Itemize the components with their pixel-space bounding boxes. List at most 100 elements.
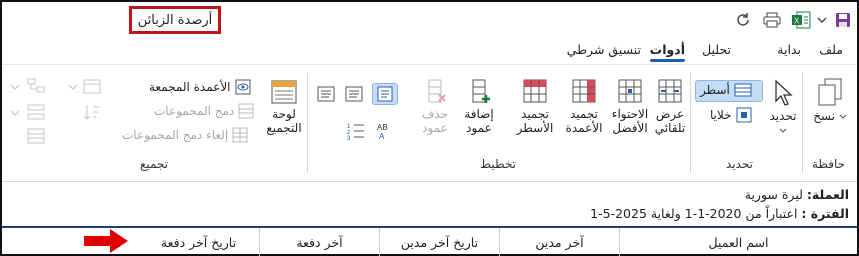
column-header-last-payment-date[interactable]: تاريخ آخر دفعة (138, 228, 260, 256)
rows-option[interactable]: أسطر (700, 83, 752, 97)
freeze-columns-label-1: تجميد (570, 107, 598, 121)
delete-column-label-1: حذف (421, 107, 449, 121)
tab-tools[interactable]: أدوات (649, 42, 686, 62)
cells-label: خلايا (710, 108, 732, 122)
unmerge-groups-option[interactable]: إلغاء دمج المجموعات (122, 127, 248, 143)
column-header-last-payment[interactable]: آخر دفعة (260, 228, 380, 256)
column-header-last-debit[interactable]: آخر مدين (500, 228, 620, 256)
delete-column-label-2: عمود (422, 121, 448, 135)
select-label: تحديد (769, 109, 797, 123)
hierarchy-icon[interactable] (26, 103, 46, 121)
period-value: اعتباراً من 2020-1-1 ولغاية 2025-5-1 (590, 206, 798, 221)
print-icon[interactable] (761, 10, 783, 30)
save-icon[interactable] (833, 10, 853, 30)
select-button[interactable]: تحديد (768, 79, 798, 137)
grouped-columns-label: الأعمدة المجمعة (149, 80, 231, 94)
align-center-icon[interactable] (344, 86, 364, 102)
document-title: أرصدة الزبائن (129, 6, 221, 34)
cells-option[interactable]: خلايا (710, 107, 752, 123)
tab-conditional-format[interactable]: تنسيق شرطي (567, 42, 641, 57)
tab-home[interactable]: بداية (777, 42, 801, 57)
chevron-down-icon[interactable] (10, 83, 20, 91)
best-fit-label-1: الاحتواء (611, 107, 649, 121)
title-bar: أرصدة الزبائن X (2, 2, 857, 38)
chevron-down-icon[interactable] (68, 83, 78, 91)
tree-icon[interactable] (26, 77, 46, 95)
column-header-last-debit-date[interactable]: تاريخ آخر مدين (380, 228, 500, 256)
auto-width-button[interactable]: عرض تلقائي (652, 77, 688, 135)
group-label-clipboard: حافظة (812, 157, 846, 171)
calendar-icon[interactable] (82, 77, 102, 95)
unmerge-groups-label: إلغاء دمج المجموعات (122, 128, 229, 142)
tab-analysis[interactable]: تحليل (702, 42, 731, 57)
refresh-icon[interactable] (733, 10, 753, 30)
ribbon: نسخ حافظة تحديد أسطر خلايا تحديد عرض تلق… (2, 64, 857, 182)
cells-icon (736, 107, 752, 123)
grouping-panel-label-1: لوحة (272, 107, 296, 121)
period-label: الفترة : (801, 206, 849, 221)
grouping-panel-button[interactable]: لوحة التجميع (264, 79, 304, 135)
chevron-down-icon[interactable] (10, 109, 20, 117)
copy-button[interactable]: نسخ (808, 77, 852, 123)
align-right-icon (377, 86, 393, 102)
align-left-icon[interactable] (316, 86, 336, 102)
grouping-panel-icon (271, 80, 297, 104)
add-column-icon (472, 79, 490, 103)
rows-icon (734, 83, 752, 97)
copy-label: نسخ (813, 109, 835, 123)
tab-file[interactable]: ملف (819, 42, 843, 57)
chevron-down-icon (779, 128, 787, 133)
rows-label: أسطر (700, 83, 730, 97)
svg-text:A: A (379, 132, 385, 141)
auto-width-label-2: تلقائي (654, 121, 686, 135)
freeze-rows-label-2: الأسطر (516, 121, 554, 135)
currency-line: العملة: ليرة سورية (745, 187, 849, 202)
chevron-down-icon[interactable] (815, 10, 829, 30)
eye-columns-icon (235, 79, 251, 95)
svg-text:AB: AB (377, 123, 388, 132)
add-column-label-1: إضافة (464, 107, 494, 121)
freeze-columns-icon (572, 79, 596, 103)
grouping-panel-label-2: التجميع (266, 121, 302, 135)
red-arrow-annotation (84, 229, 128, 253)
text-direction-icon[interactable]: ABA (374, 121, 394, 141)
align-right-toggle[interactable] (372, 83, 398, 105)
group-separator (690, 73, 691, 173)
ribbon-tabs: ملف بداية تحليل أدوات تنسيق شرطي (2, 38, 857, 64)
group-label-select: تحديد (726, 157, 754, 171)
delete-column-icon (428, 79, 446, 103)
group-separator (802, 73, 803, 173)
column-header-customer-name[interactable]: اسم العميل (620, 228, 857, 256)
merge-groups-option[interactable]: دمج المجموعات (154, 103, 254, 119)
currency-label: العملة: (806, 187, 849, 202)
chevron-down-icon (839, 114, 847, 119)
svg-text:X: X (794, 17, 800, 26)
sort-icon[interactable] (82, 103, 102, 121)
merge-groups-label: دمج المجموعات (154, 104, 235, 118)
freeze-rows-label-1: تجميد (521, 107, 549, 121)
list-icon[interactable] (26, 127, 46, 145)
unmerge-icon (232, 127, 248, 143)
excel-export-icon[interactable]: X (789, 10, 813, 30)
period-line: الفترة : اعتباراً من 2020-1-1 ولغاية 202… (590, 206, 849, 221)
best-fit-icon (618, 79, 642, 103)
numbering-icon[interactable]: 123 (346, 121, 366, 141)
best-fit-label-2: الأفضل (612, 121, 648, 135)
group-label-grouping: تجميع (140, 157, 169, 171)
freeze-rows-icon (523, 79, 547, 103)
freeze-rows-button[interactable]: تجميد الأسطر (510, 77, 560, 135)
freeze-columns-button[interactable]: تجميد الأعمدة (562, 77, 606, 135)
group-separator (307, 73, 308, 173)
best-fit-button[interactable]: الاحتواء الأفضل (608, 77, 652, 135)
delete-column-button[interactable]: حذف عمود (416, 77, 454, 135)
group-label-layout: تخطيط (480, 157, 516, 171)
freeze-columns-label-2: الأعمدة (565, 121, 603, 135)
grouped-columns-option[interactable]: الأعمدة المجمعة (149, 79, 251, 95)
merge-icon (238, 103, 254, 119)
currency-value: ليرة سورية (744, 187, 803, 202)
add-column-button[interactable]: إضافة عمود (460, 77, 498, 135)
cursor-icon (775, 79, 793, 106)
auto-width-label-1: عرض (655, 107, 685, 121)
svg-text:3: 3 (347, 136, 351, 141)
add-column-label-2: عمود (466, 121, 492, 135)
